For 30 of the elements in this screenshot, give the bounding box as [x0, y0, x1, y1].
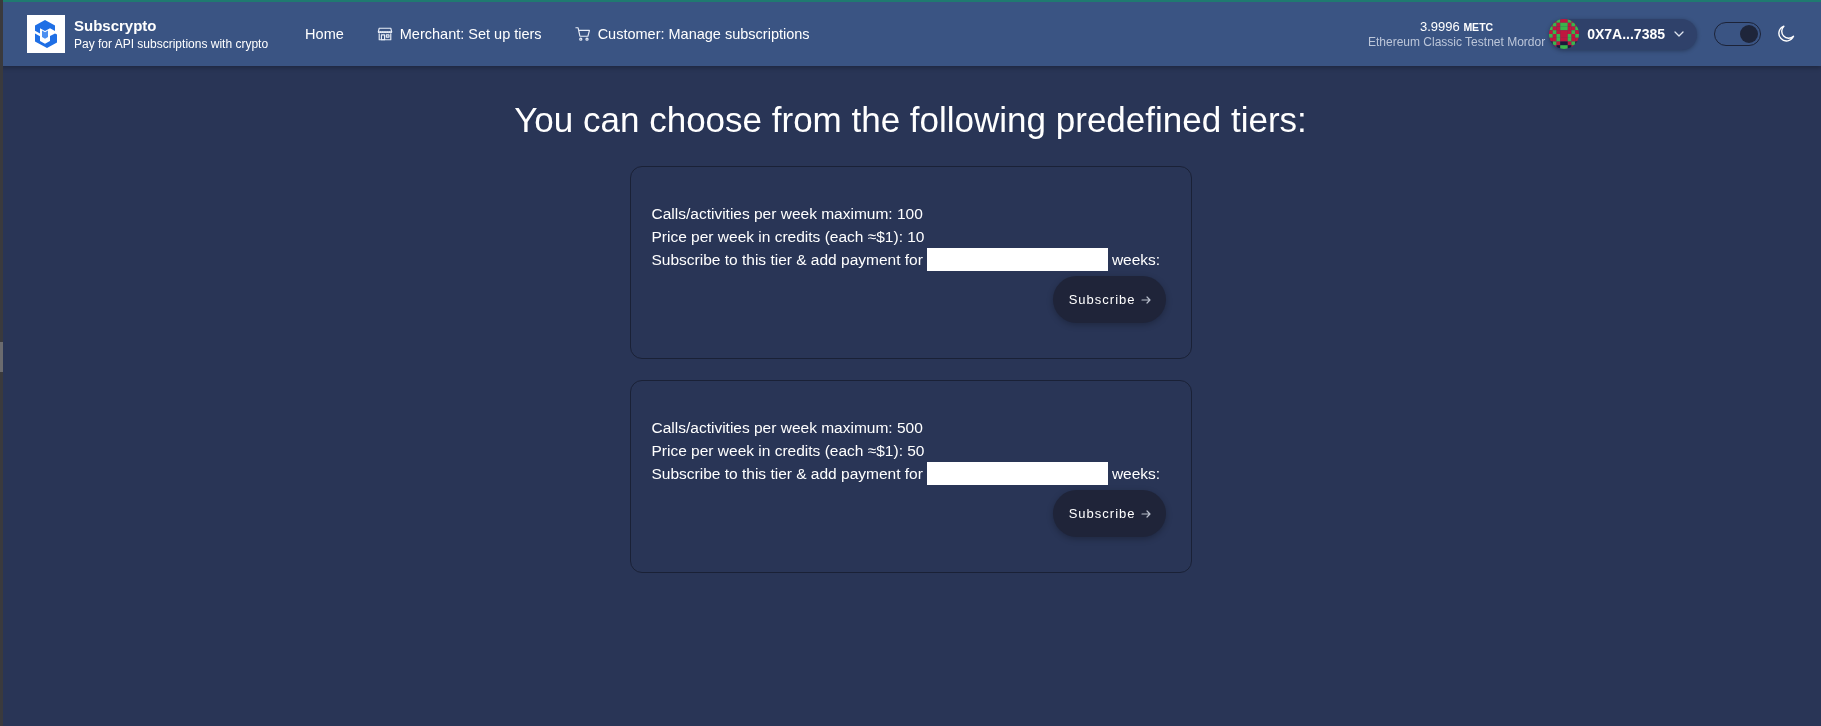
calls-limit-text: Calls/activities per week maximum: 100: [651, 204, 924, 224]
storefront-icon: [376, 26, 393, 42]
price-text: Price per week in credits (each ≈$1): 10: [651, 227, 926, 247]
identicon-icon: [1549, 19, 1580, 49]
weeks-unit-text: weeks:: [1111, 464, 1161, 484]
price-text: Price per week in credits (each ≈$1): 50: [651, 441, 926, 461]
nav-link[interactable]: Customer: Manage subscriptions: [574, 26, 810, 42]
cart-icon: [574, 26, 591, 42]
resize-handle[interactable]: [0, 342, 3, 372]
subscribe-button[interactable]: Subscribe: [1052, 490, 1166, 537]
weeks-prompt-text: Subscribe to this tier & add payment for: [651, 250, 923, 270]
arrow-right-icon: [1140, 508, 1151, 519]
weeks-prompt-text: Subscribe to this tier & add payment for: [651, 464, 923, 484]
nav-link[interactable]: Merchant: Set up tiers: [376, 26, 542, 42]
nav-link[interactable]: Home: [305, 26, 344, 42]
weeks-input[interactable]: [926, 462, 1108, 485]
arrow-right-icon: [1140, 294, 1151, 305]
calls-limit-text: Calls/activities per week maximum: 500: [651, 418, 924, 438]
app-tagline: Pay for API subscriptions with crypto: [74, 37, 269, 51]
account-button[interactable]: 0X7A...7385: [1549, 18, 1697, 50]
cube-logo-icon: [27, 15, 65, 53]
page-heading: You can choose from the following predefined tiers:: [514, 99, 1307, 141]
theme-toggle[interactable]: [1714, 22, 1761, 46]
weeks-unit-text: weeks:: [1111, 250, 1161, 270]
weeks-input[interactable]: [926, 248, 1108, 271]
network-name: Ethereum Classic Testnet Mordor: [1367, 34, 1546, 50]
subscribe-button[interactable]: Subscribe: [1052, 276, 1166, 323]
moon-icon: [1777, 25, 1795, 43]
app-title: Subscrypto: [74, 17, 158, 35]
balance-amount: 3.9996 METC: [1420, 18, 1494, 35]
